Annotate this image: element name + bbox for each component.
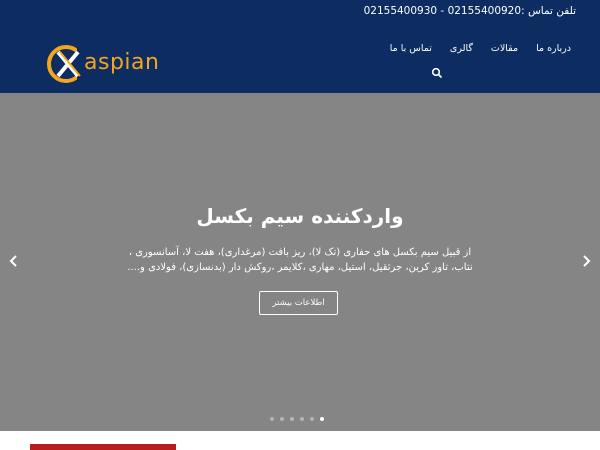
phone-info: تلفن تماس :02155400920 - 02155400930 bbox=[363, 5, 576, 17]
content-section bbox=[0, 431, 600, 450]
slider-dot[interactable] bbox=[280, 417, 284, 421]
search-icon[interactable] bbox=[431, 67, 443, 79]
nav-about[interactable]: درباره ما bbox=[536, 43, 571, 54]
site-header: تلفن تماس :02155400920 - 02155400930 asp… bbox=[0, 0, 600, 93]
slider-dots bbox=[270, 417, 324, 421]
more-info-button[interactable]: اطلاعات بیشتر bbox=[259, 291, 338, 315]
hero-title: واردکننده سیم بکسل bbox=[196, 204, 404, 228]
logo-text: aspian bbox=[84, 50, 160, 75]
chevron-right-icon[interactable] bbox=[578, 253, 594, 269]
hero-description: از قبیل سیم بکسل های حفاری (تک لا)، ریز … bbox=[127, 247, 473, 273]
slider-dot[interactable] bbox=[270, 417, 274, 421]
slider-dot[interactable] bbox=[300, 417, 304, 421]
slider-dot[interactable] bbox=[320, 417, 324, 421]
chevron-left-icon[interactable] bbox=[6, 253, 22, 269]
article-thumbnail[interactable] bbox=[30, 444, 176, 450]
site-logo[interactable]: aspian bbox=[44, 40, 164, 88]
nav-gallery[interactable]: گالری bbox=[450, 43, 473, 54]
slider-dot[interactable] bbox=[290, 417, 294, 421]
hero-slider: واردکننده سیم بکسل از قبیل سیم بکسل های … bbox=[0, 93, 600, 431]
nav-contact[interactable]: تماس با ما bbox=[390, 43, 432, 54]
nav-articles[interactable]: مقالات bbox=[491, 43, 518, 54]
main-nav: تماس با ما گالری مقالات درباره ما bbox=[390, 43, 571, 54]
slider-dot[interactable] bbox=[310, 417, 314, 421]
